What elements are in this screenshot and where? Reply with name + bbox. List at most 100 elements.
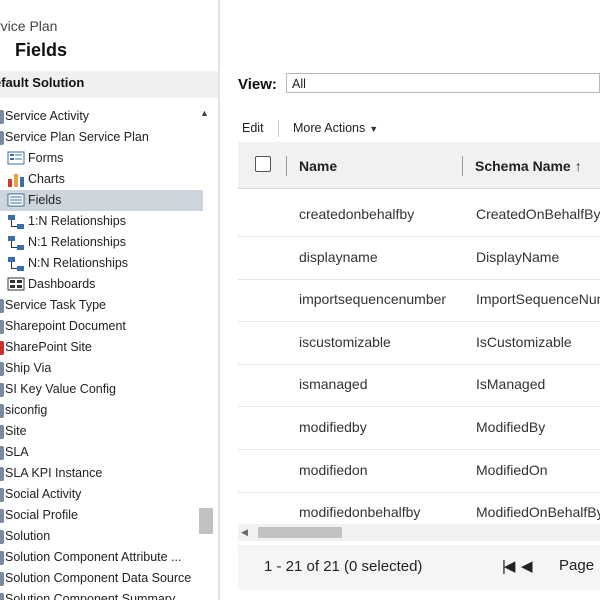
- horizontal-scrollbar-thumb[interactable]: [258, 527, 342, 538]
- horizontal-scrollbar[interactable]: ◀: [238, 524, 600, 541]
- entity-icon: [0, 592, 4, 600]
- tree-item[interactable]: Service Activity: [0, 106, 198, 127]
- more-actions-label: More Actions: [293, 121, 366, 135]
- tree-item[interactable]: Ship Via: [0, 358, 198, 379]
- tree-item[interactable]: Solution Component Summary: [0, 589, 198, 600]
- entity-icon: [0, 130, 4, 145]
- tree-item[interactable]: siconfig: [0, 400, 198, 421]
- table-row[interactable]: modifiedby ModifiedBy: [238, 407, 600, 450]
- cell-name[interactable]: importsequencenumber: [299, 291, 446, 307]
- cell-name[interactable]: modifiedonbehalfby: [299, 504, 420, 520]
- entity-icon: [0, 487, 4, 502]
- tree-scrollbar[interactable]: [198, 118, 214, 600]
- table-row[interactable]: modifiedonbehalfby ModifiedOnBehalfBy: [238, 492, 600, 524]
- cell-schema-name: IsManaged: [476, 376, 546, 393]
- view-selector[interactable]: All: [286, 73, 600, 93]
- tree-item-label: siconfig: [5, 403, 48, 417]
- pane-divider[interactable]: [218, 0, 220, 600]
- cell-name[interactable]: ismanaged: [299, 376, 368, 392]
- cell-name[interactable]: iscustomizable: [299, 334, 391, 350]
- column-divider[interactable]: [286, 156, 287, 176]
- scroll-left-icon[interactable]: ◀: [241, 527, 248, 538]
- tree-item-label: 1:N Relationships: [28, 214, 126, 228]
- table-row[interactable]: ismanaged IsManaged: [238, 364, 600, 408]
- column-header-schema-name[interactable]: Schema Name ↑: [475, 158, 582, 174]
- entity-icon: [0, 550, 4, 565]
- tree-item[interactable]: Service Task Type: [0, 295, 198, 316]
- tree-item-label: SI Key Value Config: [5, 382, 116, 396]
- collapse-arrow-icon[interactable]: ▲: [200, 108, 209, 118]
- tree-item[interactable]: Social Profile: [0, 505, 198, 526]
- relationship-icon: [7, 214, 25, 230]
- tree-item-label: Ship Via: [5, 361, 52, 375]
- tree-item-label: Social Activity: [5, 487, 82, 501]
- cell-schema-name: ModifiedOnBehalfBy: [476, 504, 600, 521]
- entity-icon: [0, 424, 4, 439]
- tree-item-label: Social Profile: [5, 508, 78, 522]
- first-page-icon[interactable]: |◀: [502, 557, 516, 575]
- tree-item-label: Solution Component Attribute ...: [5, 550, 182, 564]
- tree-item[interactable]: Solution Component Attribute ...: [0, 547, 198, 568]
- tree-item-label: Service Plan Service Plan: [5, 130, 149, 144]
- cell-schema-name: DisplayName: [476, 248, 560, 265]
- entity-icon: [0, 298, 4, 313]
- tree-item[interactable]: 1:N Relationships: [0, 211, 198, 232]
- tree-item[interactable]: SLA KPI Instance: [0, 463, 198, 484]
- table-row[interactable]: iscustomizable IsCustomizable: [238, 322, 600, 365]
- entity-icon: [0, 529, 4, 544]
- edit-button[interactable]: Edit: [242, 121, 264, 135]
- tree-item[interactable]: Forms: [0, 148, 198, 169]
- tree-item[interactable]: N:1 Relationships: [0, 232, 198, 253]
- tree-item[interactable]: Charts: [0, 169, 198, 190]
- tree-item-label: Solution Component Summary: [5, 592, 176, 600]
- tree-item[interactable]: Solution: [0, 526, 198, 547]
- table-row[interactable]: displayname DisplayName: [238, 237, 600, 280]
- cell-schema-name: ModifiedOn: [476, 461, 548, 478]
- tree-item[interactable]: Social Activity: [0, 484, 198, 505]
- forms-icon: [7, 151, 25, 167]
- tree-item-label: Site: [5, 424, 27, 438]
- table-row[interactable]: modifiedon ModifiedOn: [238, 450, 600, 493]
- column-header-name[interactable]: Name: [299, 158, 337, 174]
- record-count: 1 - 21 of 21 (0 selected): [264, 558, 423, 575]
- tree-item[interactable]: Service Plan Service Plan: [0, 127, 198, 148]
- tree-item-label: Dashboards: [28, 277, 96, 291]
- schema-header-label: Schema Name: [475, 158, 571, 174]
- tree-item[interactable]: Fields: [0, 190, 203, 211]
- tree-item-label: Solution Component Data Source: [5, 571, 192, 585]
- tree-item[interactable]: N:N Relationships: [0, 253, 198, 274]
- tree-item-label: Fields: [28, 193, 62, 207]
- more-actions-button[interactable]: More Actions ▼: [293, 121, 378, 135]
- entity-icon: [0, 382, 4, 397]
- tree-item-label: Service Task Type: [5, 298, 106, 312]
- table-row[interactable]: createdonbehalfby CreatedOnBehalfBy: [238, 194, 600, 237]
- entity-icon: [0, 340, 4, 355]
- cell-schema-name: CreatedOnBehalfBy: [476, 206, 600, 222]
- tree-item-label: SharePoint Site: [5, 340, 92, 354]
- tree-item[interactable]: SharePoint Site: [0, 337, 198, 358]
- tree-scrollbar-thumb[interactable]: [199, 508, 213, 534]
- column-divider[interactable]: [462, 156, 463, 176]
- navigation-pane: rvice Plan Fields efault Solution ▲ Serv…: [0, 0, 218, 600]
- tree-item[interactable]: Site: [0, 421, 198, 442]
- tree-item[interactable]: Solution Component Data Source: [0, 568, 198, 589]
- tree-item[interactable]: SLA: [0, 442, 198, 463]
- tree-item-label: Solution: [5, 529, 51, 543]
- select-all-checkbox[interactable]: [255, 156, 271, 172]
- cell-name[interactable]: modifiedon: [299, 462, 368, 478]
- cell-name[interactable]: createdonbehalfby: [299, 206, 414, 222]
- entity-icon: [0, 109, 4, 124]
- entity-icon: [0, 508, 4, 523]
- tree-item-label: N:1 Relationships: [28, 235, 126, 249]
- cell-name[interactable]: displayname: [299, 249, 378, 265]
- tree-item[interactable]: Dashboards: [0, 274, 198, 295]
- previous-page-icon[interactable]: ◀: [521, 557, 533, 575]
- table-row[interactable]: importsequencenumber ImportSequenceNumber: [238, 279, 600, 323]
- cell-name[interactable]: modifiedby: [299, 419, 367, 435]
- solution-label[interactable]: efault Solution: [0, 75, 84, 90]
- tree-item[interactable]: SI Key Value Config: [0, 379, 198, 400]
- tree-item[interactable]: Sharepoint Document: [0, 316, 198, 337]
- fields-icon: [7, 193, 25, 209]
- cell-schema-name: ImportSequenceNumber: [476, 291, 600, 308]
- entity-icon: [0, 319, 4, 334]
